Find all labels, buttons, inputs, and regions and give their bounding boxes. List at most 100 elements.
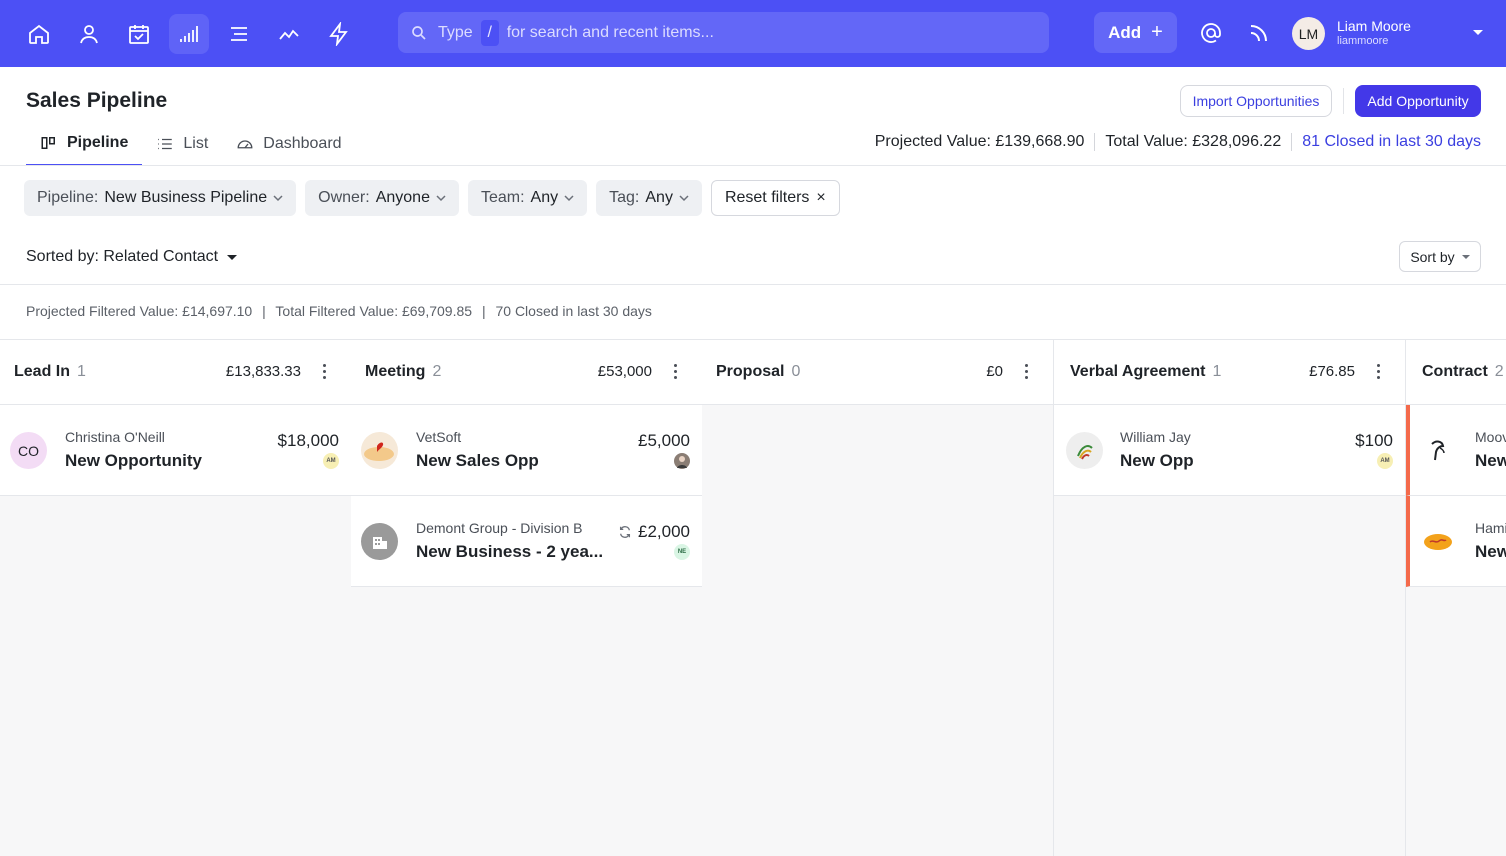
lightning-icon bbox=[329, 21, 348, 46]
owner-badge: AM bbox=[323, 453, 339, 469]
pipeline-nav-button[interactable] bbox=[169, 13, 209, 54]
home-icon bbox=[29, 24, 49, 44]
sorted-by-dropdown[interactable]: Sorted by: Related Contact bbox=[26, 248, 238, 266]
kebab-menu-icon[interactable] bbox=[323, 364, 327, 380]
tab-list[interactable]: List bbox=[156, 122, 208, 166]
search-shortcut-key: / bbox=[480, 19, 499, 46]
search-input[interactable]: Type / for search and recent items... bbox=[398, 12, 1049, 53]
divider bbox=[1094, 133, 1096, 151]
filter-value: Any bbox=[530, 189, 559, 206]
stage-column-meeting: Meeting 2 £53,000 VetSoft New Sales Opp £… bbox=[351, 340, 703, 856]
reset-filters-button[interactable]: Reset filters × bbox=[710, 180, 840, 216]
top-navigation-bar: Type / for search and recent items... Ad… bbox=[0, 0, 1506, 67]
view-tabs: Pipeline List Dashboard bbox=[26, 122, 370, 166]
stage-value: £13,833.33 bbox=[225, 363, 301, 380]
add-button[interactable]: Add + bbox=[1094, 12, 1177, 53]
filter-owner[interactable]: Owner: Anyone bbox=[305, 180, 459, 216]
stage-column-contract: Contract2 Moov New Hamil New bbox=[1406, 340, 1506, 856]
search-hint: for search and recent items... bbox=[506, 23, 714, 41]
card-amount: £2,000 bbox=[618, 522, 690, 542]
filter-value: Anyone bbox=[375, 189, 430, 206]
import-opportunities-button[interactable]: Import Opportunities bbox=[1180, 85, 1332, 117]
divider bbox=[1343, 88, 1344, 114]
filter-tag[interactable]: Tag: Any bbox=[596, 180, 702, 216]
stage-count: 2 bbox=[432, 363, 442, 380]
kebab-menu-icon[interactable] bbox=[1025, 364, 1029, 380]
opportunity-card[interactable]: Hamil New bbox=[1406, 496, 1506, 587]
columns-icon bbox=[41, 137, 55, 149]
stage-value: £76.85 bbox=[1309, 363, 1355, 380]
tab-pipeline[interactable]: Pipeline bbox=[26, 122, 143, 166]
card-contact: Hamil bbox=[1475, 520, 1506, 536]
pipeline-summary: Projected Value: £139,668.90 Total Value… bbox=[875, 133, 1481, 151]
stage-value: £53,000 bbox=[597, 363, 652, 380]
stage-header: Proposal 0 £0 bbox=[702, 340, 1053, 405]
stage-name: Verbal Agreement 1 bbox=[1070, 363, 1222, 380]
tab-label: Dashboard bbox=[263, 135, 342, 152]
filter-pipeline[interactable]: Pipeline: New Business Pipeline bbox=[24, 180, 297, 216]
contacts-nav-button[interactable] bbox=[69, 14, 109, 54]
home-nav-button[interactable] bbox=[19, 14, 59, 54]
stage-header: Lead In 1 £13,833.33 bbox=[0, 340, 351, 405]
chevron-down-icon bbox=[564, 195, 574, 202]
card-title: New bbox=[1475, 542, 1506, 561]
owner-badge: NE bbox=[674, 544, 690, 560]
stage-count: 0 bbox=[791, 363, 801, 380]
stage-count: 1 bbox=[77, 363, 86, 380]
filter-value: New Business Pipeline bbox=[104, 189, 268, 206]
stage-column-proposal: Proposal 0 £0 bbox=[702, 340, 1054, 856]
owner-photo-icon bbox=[674, 453, 690, 469]
list-icon bbox=[231, 26, 247, 41]
projected-value: Projected Value: £139,668.90 bbox=[874, 133, 1085, 150]
company-logo-icon bbox=[1420, 432, 1457, 469]
plus-icon: + bbox=[1151, 21, 1163, 43]
divider bbox=[0, 284, 1506, 285]
closed-recent-link[interactable]: 81 Closed in last 30 days bbox=[1302, 133, 1481, 151]
sort-by-button[interactable]: Sort by bbox=[1399, 241, 1481, 272]
pipeline-icon bbox=[180, 25, 198, 42]
opportunity-card[interactable]: Demont Group - Division B New Business -… bbox=[351, 496, 702, 587]
close-icon: × bbox=[816, 189, 826, 206]
stage-header: Meeting 2 £53,000 bbox=[351, 340, 702, 405]
total-value: Total Value: £328,096.22 bbox=[1105, 133, 1282, 150]
list-nav-button[interactable] bbox=[219, 14, 259, 54]
tab-label: Pipeline bbox=[67, 134, 129, 151]
trend-icon bbox=[279, 29, 299, 40]
closed-filtered-count: 70 Closed in last 30 days bbox=[495, 303, 652, 319]
filter-label: Tag: bbox=[609, 189, 640, 206]
add-opportunity-button[interactable]: Add Opportunity bbox=[1355, 85, 1481, 117]
opportunity-card[interactable]: Moov New bbox=[1406, 405, 1506, 496]
card-amount: $18,000 bbox=[277, 431, 339, 450]
opportunity-card[interactable]: CO Christina O'Neill New Opportunity $18… bbox=[0, 405, 351, 496]
stage-header: Verbal Agreement 1 £76.85 bbox=[1054, 340, 1405, 405]
user-name[interactable]: Liam Moore bbox=[1337, 18, 1411, 34]
card-title: New Opportunity bbox=[65, 451, 202, 470]
filter-bar: Pipeline: New Business Pipeline Owner: A… bbox=[24, 180, 840, 216]
card-contact: Christina O'Neill bbox=[65, 429, 165, 445]
mention-icon[interactable] bbox=[1199, 21, 1223, 45]
stage-column-verbal-agreement: Verbal Agreement 1 £76.85 William Jay New… bbox=[1054, 340, 1406, 856]
primary-nav bbox=[19, 13, 369, 54]
reports-nav-button[interactable] bbox=[269, 14, 309, 54]
card-amount: $100 bbox=[1355, 431, 1393, 450]
opportunity-card[interactable]: VetSoft New Sales Opp £5,000 bbox=[351, 405, 702, 496]
filter-team[interactable]: Team: Any bbox=[467, 180, 588, 216]
kebab-menu-icon[interactable] bbox=[1377, 364, 1381, 380]
card-title: New bbox=[1475, 451, 1506, 470]
owner-badge: AM bbox=[1377, 453, 1393, 469]
feed-icon[interactable] bbox=[1247, 21, 1271, 45]
calendar-nav-button[interactable] bbox=[119, 14, 159, 54]
opportunity-card[interactable]: William Jay New Opp $100 AM bbox=[1054, 405, 1405, 496]
card-contact: Moov bbox=[1475, 429, 1506, 445]
caret-down-icon bbox=[227, 254, 238, 260]
stage-count: 2 bbox=[1494, 363, 1504, 380]
kebab-menu-icon[interactable] bbox=[674, 364, 678, 380]
user-avatar[interactable]: LM bbox=[1292, 17, 1325, 50]
chevron-down-icon[interactable] bbox=[1473, 30, 1483, 35]
tab-dashboard[interactable]: Dashboard bbox=[236, 122, 342, 166]
sorted-by-label: Sorted by: Related Contact bbox=[26, 248, 219, 265]
add-button-label: Add bbox=[1108, 22, 1142, 42]
separator: | bbox=[262, 303, 266, 319]
automations-nav-button[interactable] bbox=[319, 14, 359, 54]
filter-label: Pipeline: bbox=[37, 189, 99, 206]
